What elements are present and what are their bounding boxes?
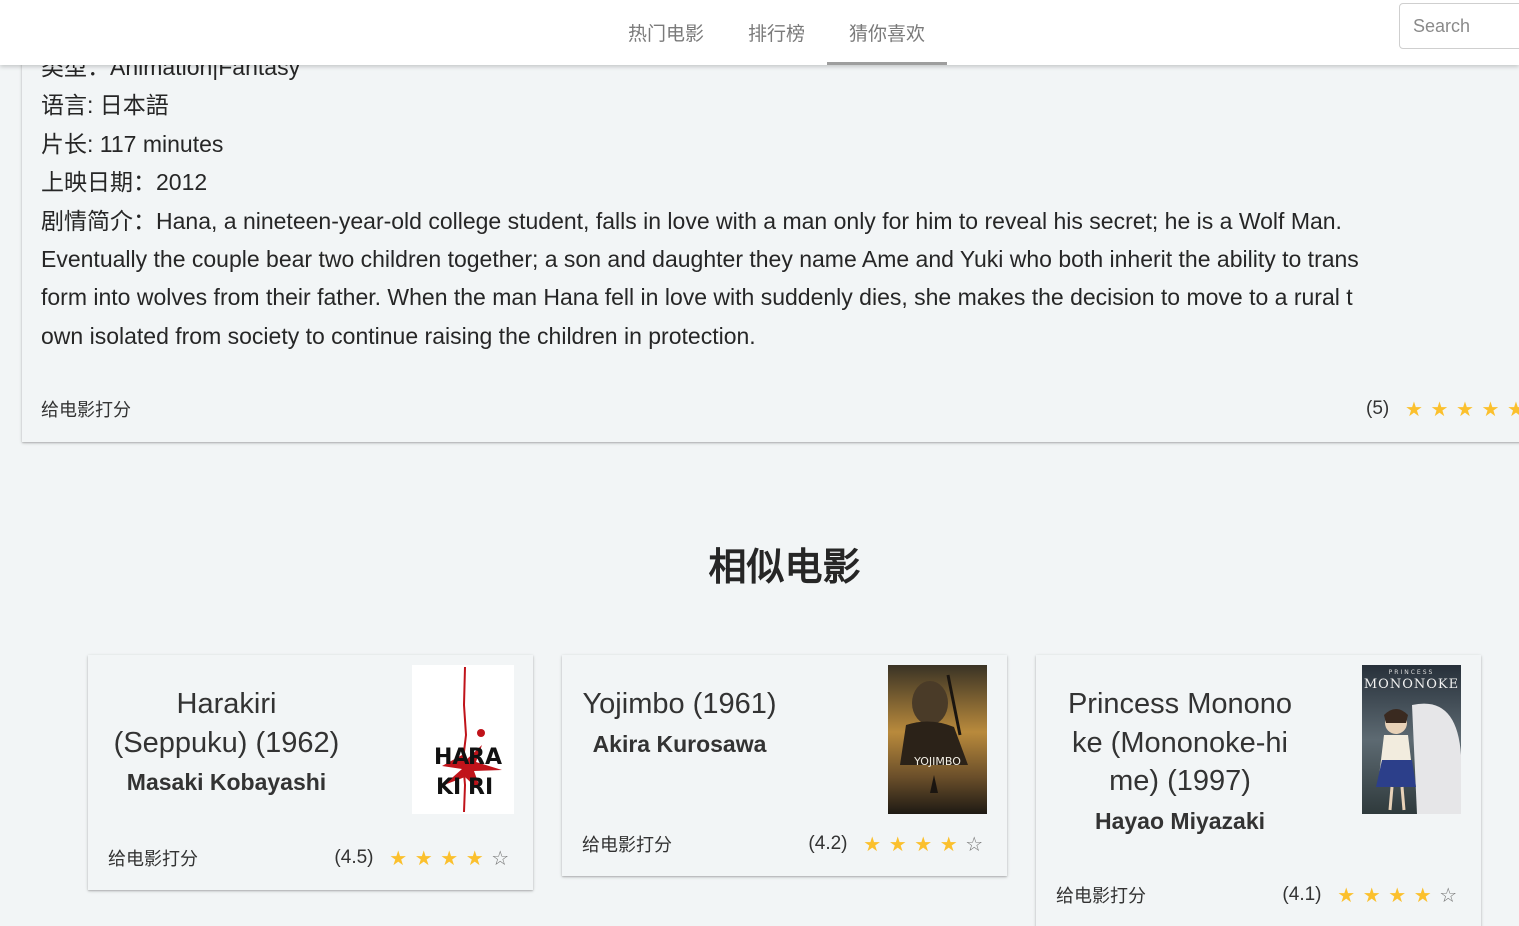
- star-filled-icon[interactable]: ★: [936, 829, 962, 859]
- star-filled-icon[interactable]: ★: [1334, 880, 1360, 910]
- detail-rating-row: 给电影打分 (5) ★ ★ ★ ★ ★: [41, 394, 1519, 424]
- star-filled-icon[interactable]: ★: [911, 829, 937, 859]
- star-filled-icon[interactable]: ★: [1478, 394, 1504, 424]
- rate-movie-label: 给电影打分: [41, 400, 131, 421]
- rating-score: (4.2): [808, 833, 848, 854]
- star-filled-icon[interactable]: ★: [860, 829, 886, 859]
- poster-title-text: YOJIMBO: [913, 755, 961, 768]
- movie-poster[interactable]: YOJIMBO: [888, 665, 987, 814]
- top-nav-bar: 热门电影 排行榜 猜你喜欢: [0, 0, 1519, 65]
- movie-info: 类型：Animation|Fantasy 语言: 日本語 片长: 117 min…: [41, 48, 1361, 355]
- tab-recommendations[interactable]: 猜你喜欢: [827, 0, 948, 65]
- movie-detail-card: 类型：Animation|Fantasy 语言: 日本語 片长: 117 min…: [22, 30, 1519, 442]
- rate-movie-label: 给电影打分: [108, 849, 198, 870]
- star-filled-icon[interactable]: ★: [1385, 880, 1411, 910]
- similar-movies-heading: 相似电影: [708, 545, 861, 589]
- star-filled-icon[interactable]: ★: [1427, 394, 1453, 424]
- similar-movie-card[interactable]: Harakiri (Seppuku) (1962) Masaki Kobayas…: [88, 655, 533, 890]
- movie-director: Hayao Miyazaki: [1094, 807, 1266, 834]
- movie-poster[interactable]: HA RA KI RI: [412, 665, 514, 814]
- tab-hot-movies[interactable]: 热门电影: [606, 0, 726, 65]
- star-filled-icon[interactable]: ★: [437, 843, 463, 873]
- poster-title-text: MONONOKE: [1364, 677, 1459, 692]
- star-rating[interactable]: ★ ★ ★ ★ ★: [1401, 394, 1519, 424]
- star-filled-icon[interactable]: ★: [411, 843, 437, 873]
- movie-title[interactable]: Yojimbo (1961): [582, 685, 777, 724]
- poster-text-ha: HA: [434, 745, 469, 770]
- star-filled-icon[interactable]: ★: [1401, 394, 1427, 424]
- star-filled-icon[interactable]: ★: [462, 843, 488, 873]
- plot-summary: 剧情简介：Hana, a nineteen-year-old college s…: [41, 207, 1359, 349]
- movie-rating-row: 给电影打分 (4.2) ★ ★ ★ ★ ☆: [582, 829, 987, 859]
- poster-text-ri: RI: [468, 775, 493, 800]
- star-empty-icon[interactable]: ☆: [488, 843, 514, 873]
- star-rating[interactable]: ★ ★ ★ ★ ☆: [1334, 880, 1462, 910]
- movie-title[interactable]: Princess Mononoke (Mononoke-hime) (1997): [1062, 685, 1298, 801]
- star-filled-icon[interactable]: ★: [885, 829, 911, 859]
- detail-rating: (5) ★ ★ ★ ★ ★: [1366, 394, 1519, 424]
- similar-movie-card[interactable]: Yojimbo (1961) Akira Kurosawa YOJIMBO 给电…: [562, 655, 1007, 876]
- star-empty-icon[interactable]: ☆: [1436, 880, 1462, 910]
- movie-rating-row: 给电影打分 (4.5) ★ ★ ★ ★ ☆: [108, 843, 513, 873]
- star-rating[interactable]: ★ ★ ★ ★ ☆: [860, 829, 988, 859]
- poster-text-ra: RA: [468, 745, 502, 770]
- movie-title[interactable]: Harakiri (Seppuku) (1962): [108, 685, 345, 762]
- rating-score: (4.1): [1282, 884, 1322, 905]
- poster-text-ki: KI: [436, 775, 461, 800]
- star-filled-icon[interactable]: ★: [1503, 394, 1519, 424]
- nav-tabs: 热门电影 排行榜 猜你喜欢: [606, 0, 948, 65]
- star-filled-icon[interactable]: ★: [386, 843, 412, 873]
- movie-director: Akira Kurosawa: [592, 730, 767, 757]
- movie-poster[interactable]: PRINCESS MONONOKE: [1362, 665, 1461, 814]
- rate-movie-label: 给电影打分: [582, 835, 672, 856]
- release-date-line: 上映日期：2012: [41, 169, 208, 196]
- runtime-line: 片长: 117 minutes: [41, 130, 224, 157]
- movie-rating-row: 给电影打分 (4.1) ★ ★ ★ ★ ☆: [1056, 880, 1461, 910]
- rate-movie-label: 给电影打分: [1056, 886, 1146, 907]
- language-line: 语言: 日本語: [41, 92, 169, 119]
- rating-score: (4.5): [334, 847, 374, 868]
- star-filled-icon[interactable]: ★: [1359, 880, 1385, 910]
- movie-director: Masaki Kobayashi: [126, 769, 327, 795]
- tab-rankings[interactable]: 排行榜: [726, 0, 827, 65]
- similar-movie-card[interactable]: Princess Mononoke (Mononoke-hime) (1997)…: [1036, 655, 1481, 926]
- search-input[interactable]: [1399, 3, 1519, 49]
- star-filled-icon[interactable]: ★: [1452, 394, 1478, 424]
- rating-score: (5): [1366, 398, 1390, 419]
- star-empty-icon[interactable]: ☆: [962, 829, 988, 859]
- poster-subtitle-text: PRINCESS: [1389, 669, 1435, 676]
- star-filled-icon[interactable]: ★: [1410, 880, 1436, 910]
- star-rating[interactable]: ★ ★ ★ ★ ☆: [386, 843, 514, 873]
